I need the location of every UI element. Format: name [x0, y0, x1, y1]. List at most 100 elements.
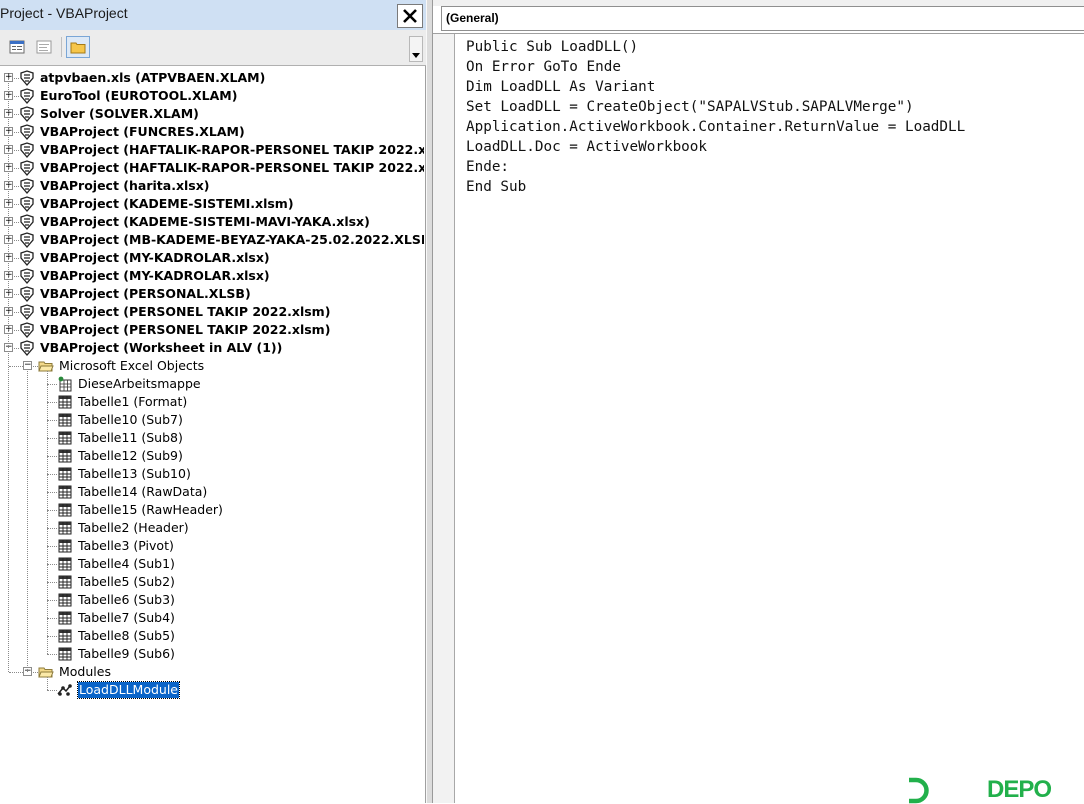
tree-module-item[interactable]: LoadDLLModule	[0, 681, 424, 699]
worksheet-icon	[58, 395, 72, 409]
worksheet-icon	[58, 431, 72, 445]
vba-project-icon	[20, 214, 34, 230]
tree-object-item[interactable]: Tabelle12 (Sub9)	[0, 447, 424, 465]
worksheet-icon	[58, 521, 72, 535]
module-icon	[57, 684, 72, 696]
workbook-icon	[58, 376, 72, 392]
tree-object-label: Tabelle3 (Pivot)	[78, 538, 174, 553]
tree-project-item[interactable]: + Solver (SOLVER.XLAM)	[0, 105, 424, 123]
tree-project-label: VBAProject (KADEME-SISTEMI.xlsm)	[40, 196, 294, 211]
tree-object-item[interactable]: Tabelle1 (Format)	[0, 393, 424, 411]
tree-object-item[interactable]: Tabelle5 (Sub2)	[0, 573, 424, 591]
tree-line	[14, 330, 19, 331]
tree-project-item[interactable]: + VBAProject (MY-KADROLAR.xlsx)	[0, 267, 424, 285]
tree-project-item[interactable]: + VBAProject (HAFTALIK-RAPOR-PERSONEL TAK…	[0, 141, 424, 159]
tree-object-item[interactable]: Tabelle11 (Sub8)	[0, 429, 424, 447]
tree-object-item[interactable]: Tabelle13 (Sub10)	[0, 465, 424, 483]
object-dropdown[interactable]: (General)	[441, 6, 1084, 31]
code-editor[interactable]: Public Sub LoadDLL() On Error GoTo Ende Di…	[466, 37, 965, 197]
tree-object-item[interactable]: Tabelle15 (RawHeader)	[0, 501, 424, 519]
tree-object-item[interactable]: Tabelle7 (Sub4)	[0, 609, 424, 627]
view-object-button[interactable]	[5, 36, 29, 58]
tree-line	[47, 636, 57, 637]
tree-object-label: Tabelle12 (Sub9)	[78, 448, 183, 463]
code-line[interactable]: On Error GoTo Ende	[466, 57, 965, 77]
view-object-icon	[9, 40, 25, 54]
tree-line	[14, 96, 19, 97]
tree-project-item[interactable]: + VBAProject (MB-KADEME-BEYAZ-YAKA-25.02.…	[0, 231, 424, 249]
vba-project-icon	[20, 268, 34, 284]
tree-project-item[interactable]: + VBAProject (PERSONEL TAKIP 2022.xlsm)	[0, 321, 424, 339]
vba-project-icon	[20, 88, 34, 104]
close-button[interactable]	[397, 4, 423, 28]
tree-project-label: atpvbaen.xls (ATPVBAEN.XLAM)	[40, 70, 266, 85]
tree-folder-excel-objects[interactable]: − Microsoft Excel Objects	[0, 357, 424, 375]
tree-object-item[interactable]: Tabelle4 (Sub1)	[0, 555, 424, 573]
worksheet-icon	[58, 611, 72, 625]
code-line[interactable]: LoadDLL.Doc = ActiveWorkbook	[466, 137, 965, 157]
tree-line	[8, 78, 9, 348]
tree-project-item[interactable]: + VBAProject (PERSONEL TAKIP 2022.xlsm)	[0, 303, 424, 321]
tree-object-item[interactable]: DieseArbeitsmappe	[0, 375, 424, 393]
pane-splitter[interactable]	[426, 0, 433, 803]
tree-object-item[interactable]: Tabelle8 (Sub5)	[0, 627, 424, 645]
tree-object-item[interactable]: Tabelle14 (RawData)	[0, 483, 424, 501]
tree-object-item[interactable]: Tabelle10 (Sub7)	[0, 411, 424, 429]
code-header-divider	[433, 33, 1084, 34]
tree-line	[14, 348, 19, 349]
tree-project-item[interactable]: + VBAProject (MY-KADROLAR.xlsx)	[0, 249, 424, 267]
vba-project-icon	[20, 340, 34, 356]
tree-folder-modules[interactable]: − Modules	[0, 663, 424, 681]
tree-project-item[interactable]: + VBAProject (KADEME-SISTEMI-MAVI-YAKA.xl…	[0, 213, 424, 231]
tree-object-label: Tabelle8 (Sub5)	[78, 628, 175, 643]
worksheet-icon	[58, 449, 72, 463]
tree-line	[47, 564, 57, 565]
tree-line	[47, 438, 57, 439]
project-title-bar[interactable]: Project - VBAProject	[0, 0, 426, 30]
tree-object-item[interactable]: Tabelle2 (Header)	[0, 519, 424, 537]
tree-project-item[interactable]: + VBAProject (FUNCRES.XLAM)	[0, 123, 424, 141]
vba-project-icon	[20, 250, 34, 266]
view-code-button[interactable]	[32, 36, 56, 58]
code-line[interactable]: Dim LoadDLL As Variant	[466, 77, 965, 97]
worksheet-icon	[58, 539, 72, 553]
toggle-folders-button[interactable]	[66, 36, 90, 58]
toolbar-dropdown-button[interactable]	[409, 36, 423, 62]
worksheet-icon	[58, 593, 72, 607]
worksheet-icon	[58, 629, 72, 643]
tree-project-item[interactable]: + VBAProject (harita.xlsx)	[0, 177, 424, 195]
tree-project-item[interactable]: + EuroTool (EUROTOOL.XLAM)	[0, 87, 424, 105]
view-code-icon	[36, 40, 52, 54]
worksheet-icon	[58, 557, 72, 571]
vba-project-icon	[20, 124, 34, 140]
code-line[interactable]: Application.ActiveWorkbook.Container.Ret…	[466, 117, 965, 137]
tree-object-item[interactable]: Tabelle9 (Sub6)	[0, 645, 424, 663]
code-line[interactable]: End Sub	[466, 177, 965, 197]
tree-project-label: EuroTool (EUROTOOL.XLAM)	[40, 88, 238, 103]
tree-object-item[interactable]: Tabelle3 (Pivot)	[0, 537, 424, 555]
vba-project-icon	[20, 232, 34, 248]
tree-object-label: DieseArbeitsmappe	[78, 376, 201, 391]
tree-line	[47, 456, 57, 457]
tree-line	[47, 618, 57, 619]
tree-line	[8, 353, 9, 672]
worksheet-icon	[58, 413, 72, 427]
tree-project-label: VBAProject (HAFTALIK-RAPOR-PERSONEL TAKI…	[40, 160, 424, 175]
code-line[interactable]: Public Sub LoadDLL()	[466, 37, 965, 57]
tree-project-item[interactable]: + VBAProject (PERSONAL.XLSB)	[0, 285, 424, 303]
tree-line	[9, 366, 23, 367]
tree-project-item[interactable]: + VBAProject (HAFTALIK-RAPOR-PERSONEL TAK…	[0, 159, 424, 177]
code-line[interactable]: Set LoadDLL = CreateObject("SAPALVStub.S…	[466, 97, 965, 117]
tree-project-item[interactable]: + atpvbaen.xls (ATPVBAEN.XLAM)	[0, 69, 424, 87]
tree-project-label: VBAProject (KADEME-SISTEMI-MAVI-YAKA.xls…	[40, 214, 370, 229]
code-margin-indicator-bar[interactable]	[433, 34, 455, 803]
tree-project-item[interactable]: − VBAProject (Worksheet in ALV (1))	[0, 339, 424, 357]
tree-project-item[interactable]: + VBAProject (KADEME-SISTEMI.xlsm)	[0, 195, 424, 213]
tree-object-label: Tabelle14 (RawData)	[78, 484, 208, 499]
tree-object-item[interactable]: Tabelle6 (Sub3)	[0, 591, 424, 609]
expander-minus-icon[interactable]: −	[23, 361, 32, 370]
tree-object-label: Tabelle11 (Sub8)	[78, 430, 183, 445]
tree-line	[33, 366, 38, 367]
tree-line	[47, 474, 57, 475]
code-line[interactable]: Ende:	[466, 157, 965, 177]
